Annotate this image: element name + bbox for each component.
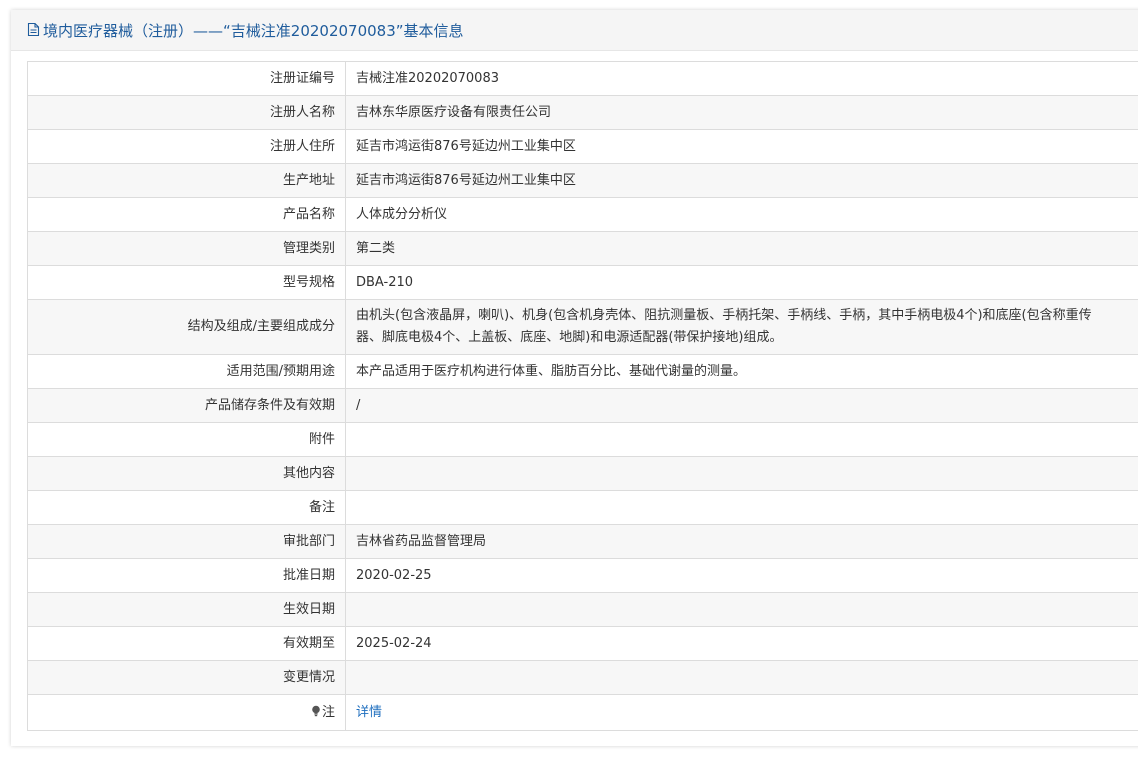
row-value: 人体成分分析仪 [345,197,1138,232]
row-label: 审批部门 [27,524,346,559]
row-value: 吉林东华原医疗设备有限责任公司 [345,95,1138,130]
row-label: 注 [27,694,346,731]
row-value: 详情 [345,694,1138,731]
row-label: 注册证编号 [27,61,346,96]
page-title: 境内医疗器械（注册）——“吉械注准20202070083”基本信息 [43,21,464,40]
row-label: 变更情况 [27,660,346,695]
note-label: 注 [321,704,335,720]
table-row: 其他内容 [27,456,1138,491]
row-label: 附件 [27,422,346,457]
table-row: 结构及组成/主要组成成分 由机头(包含液晶屏，喇叭)、机身(包含机身壳体、阻抗测… [27,299,1138,355]
row-value [345,422,1138,457]
row-value: 延吉市鸿运街876号延边州工业集中区 [345,129,1138,164]
table-row: 管理类别 第二类 [27,231,1138,266]
row-value: / [345,388,1138,423]
table-row: 产品名称 人体成分分析仪 [27,197,1138,232]
table-row: 注册人名称 吉林东华原医疗设备有限责任公司 [27,95,1138,130]
row-label: 其他内容 [27,456,346,491]
row-label: 备注 [27,490,346,525]
row-label: 结构及组成/主要组成成分 [27,299,346,355]
row-value [345,456,1138,491]
row-value [345,490,1138,525]
row-value [345,660,1138,695]
table-row: 备注 [27,490,1138,525]
info-panel: 境内医疗器械（注册）——“吉械注准20202070083”基本信息 注册证编号 … [11,10,1138,746]
details-link[interactable]: 详情 [356,705,382,720]
table-row: 生产地址 延吉市鸿运街876号延边州工业集中区 [27,163,1138,198]
document-icon [27,22,41,38]
row-label: 批准日期 [27,558,346,593]
value-line-1: 由机头(包含液晶屏，喇叭)、机身(包含机身壳体、阻抗测量板、手柄托架、手柄线、手… [356,308,1092,323]
row-value: 延吉市鸿运街876号延边州工业集中区 [345,163,1138,198]
row-label: 适用范围/预期用途 [27,354,346,389]
row-value: 本产品适用于医疗机构进行体重、脂肪百分比、基础代谢量的测量。 [345,354,1138,389]
row-value [345,592,1138,627]
row-label: 注册人名称 [27,95,346,130]
row-value: 吉械注准20202070083 [345,61,1138,96]
table-row: 批准日期 2020-02-25 [27,558,1138,593]
table-row: 型号规格 DBA-210 [27,265,1138,300]
table-row: 产品储存条件及有效期 / [27,388,1138,423]
table-row: 变更情况 [27,660,1138,695]
row-label: 型号规格 [27,265,346,300]
row-label: 有效期至 [27,626,346,661]
row-value: 吉林省药品监督管理局 [345,524,1138,559]
row-label: 管理类别 [27,231,346,266]
value-line-2: 器、脚底电极4个、上盖板、底座、地脚)和电源适配器(带保护接地)组成。 [356,330,783,345]
row-value: DBA-210 [345,265,1138,300]
table-row: 注 详情 [27,694,1138,731]
row-label: 产品名称 [27,197,346,232]
row-value: 由机头(包含液晶屏，喇叭)、机身(包含机身壳体、阻抗测量板、手柄托架、手柄线、手… [345,299,1138,355]
row-label: 注册人住所 [27,129,346,164]
table-row: 生效日期 [27,592,1138,627]
row-label: 生产地址 [27,163,346,198]
table-row: 适用范围/预期用途 本产品适用于医疗机构进行体重、脂肪百分比、基础代谢量的测量。 [27,354,1138,389]
table-row: 注册人住所 延吉市鸿运街876号延边州工业集中区 [27,129,1138,164]
row-value: 2025-02-24 [345,626,1138,661]
info-table: 注册证编号 吉械注准20202070083 注册人名称 吉林东华原医疗设备有限责… [27,61,1138,731]
table-row: 附件 [27,422,1138,457]
panel-header: 境内医疗器械（注册）——“吉械注准20202070083”基本信息 [11,10,1138,51]
row-value: 2020-02-25 [345,558,1138,593]
table-row: 注册证编号 吉械注准20202070083 [27,61,1138,96]
row-label: 产品储存条件及有效期 [27,388,346,423]
row-value: 第二类 [345,231,1138,266]
lightbulb-icon [311,703,321,716]
table-row: 审批部门 吉林省药品监督管理局 [27,524,1138,559]
row-label: 生效日期 [27,592,346,627]
table-row: 有效期至 2025-02-24 [27,626,1138,661]
